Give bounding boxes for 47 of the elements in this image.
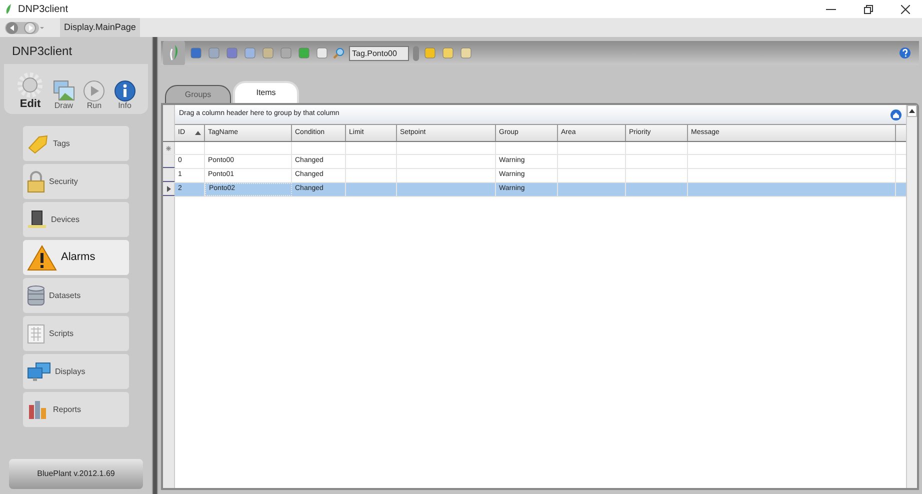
bar-chart-icon (27, 398, 49, 420)
app-icon (4, 3, 14, 15)
sidebar-item[interactable]: Devices (23, 202, 129, 237)
mode-button[interactable]: Info (114, 80, 136, 110)
gear-icon (16, 71, 44, 99)
info-icon (114, 80, 136, 102)
sidebar-item[interactable]: Tags (23, 126, 129, 161)
row-header (163, 169, 175, 182)
tag-search-field[interactable]: Tag.Ponto00 (349, 46, 409, 60)
leaf-logo-icon[interactable] (163, 41, 185, 65)
play-icon (83, 80, 106, 102)
back-forward-icon[interactable] (4, 20, 44, 34)
row-header (163, 105, 175, 125)
tab[interactable]: Items (233, 81, 299, 103)
sort-ascending-icon (195, 131, 201, 135)
window-title: DNP3client (18, 2, 68, 16)
server-icon (27, 210, 47, 230)
search-icon[interactable] (333, 47, 345, 59)
sidebar-item[interactable]: Displays (23, 354, 129, 389)
sidebar-item[interactable]: Reports (23, 392, 129, 427)
scroll-up-icon[interactable] (909, 109, 915, 113)
mode-button[interactable]: Draw (52, 80, 75, 110)
document-grid-icon (27, 324, 45, 344)
warning-icon (27, 244, 57, 270)
minimize-icon[interactable] (826, 8, 836, 10)
database-icon (27, 284, 45, 306)
mode-button[interactable]: Run (83, 80, 106, 110)
sidebar-item[interactable]: Scripts (23, 316, 129, 351)
help-icon[interactable] (899, 47, 911, 59)
sidebar-title: DNP3client (11, 43, 74, 60)
home-icon[interactable] (890, 108, 902, 120)
sidebar-item[interactable]: Alarms (23, 240, 129, 275)
browse-button[interactable] (413, 46, 419, 60)
tag-icon (27, 134, 49, 154)
sidebar-item[interactable]: Security (23, 164, 129, 199)
close-icon[interactable] (901, 4, 910, 14)
page-tab[interactable]: Display.MainPage (60, 18, 140, 37)
picture-icon (52, 80, 75, 102)
new-row-icon (166, 146, 171, 150)
mode-button[interactable]: Edit (16, 71, 44, 110)
padlock-icon (27, 170, 45, 192)
scrollbar[interactable] (906, 105, 917, 488)
monitors-icon (27, 362, 51, 382)
version-label: BluePlant v.2012.1.69 (9, 459, 143, 489)
restore-icon[interactable] (864, 4, 873, 14)
sidebar-item[interactable]: Datasets (23, 278, 129, 313)
row-pointer-icon (166, 186, 170, 192)
